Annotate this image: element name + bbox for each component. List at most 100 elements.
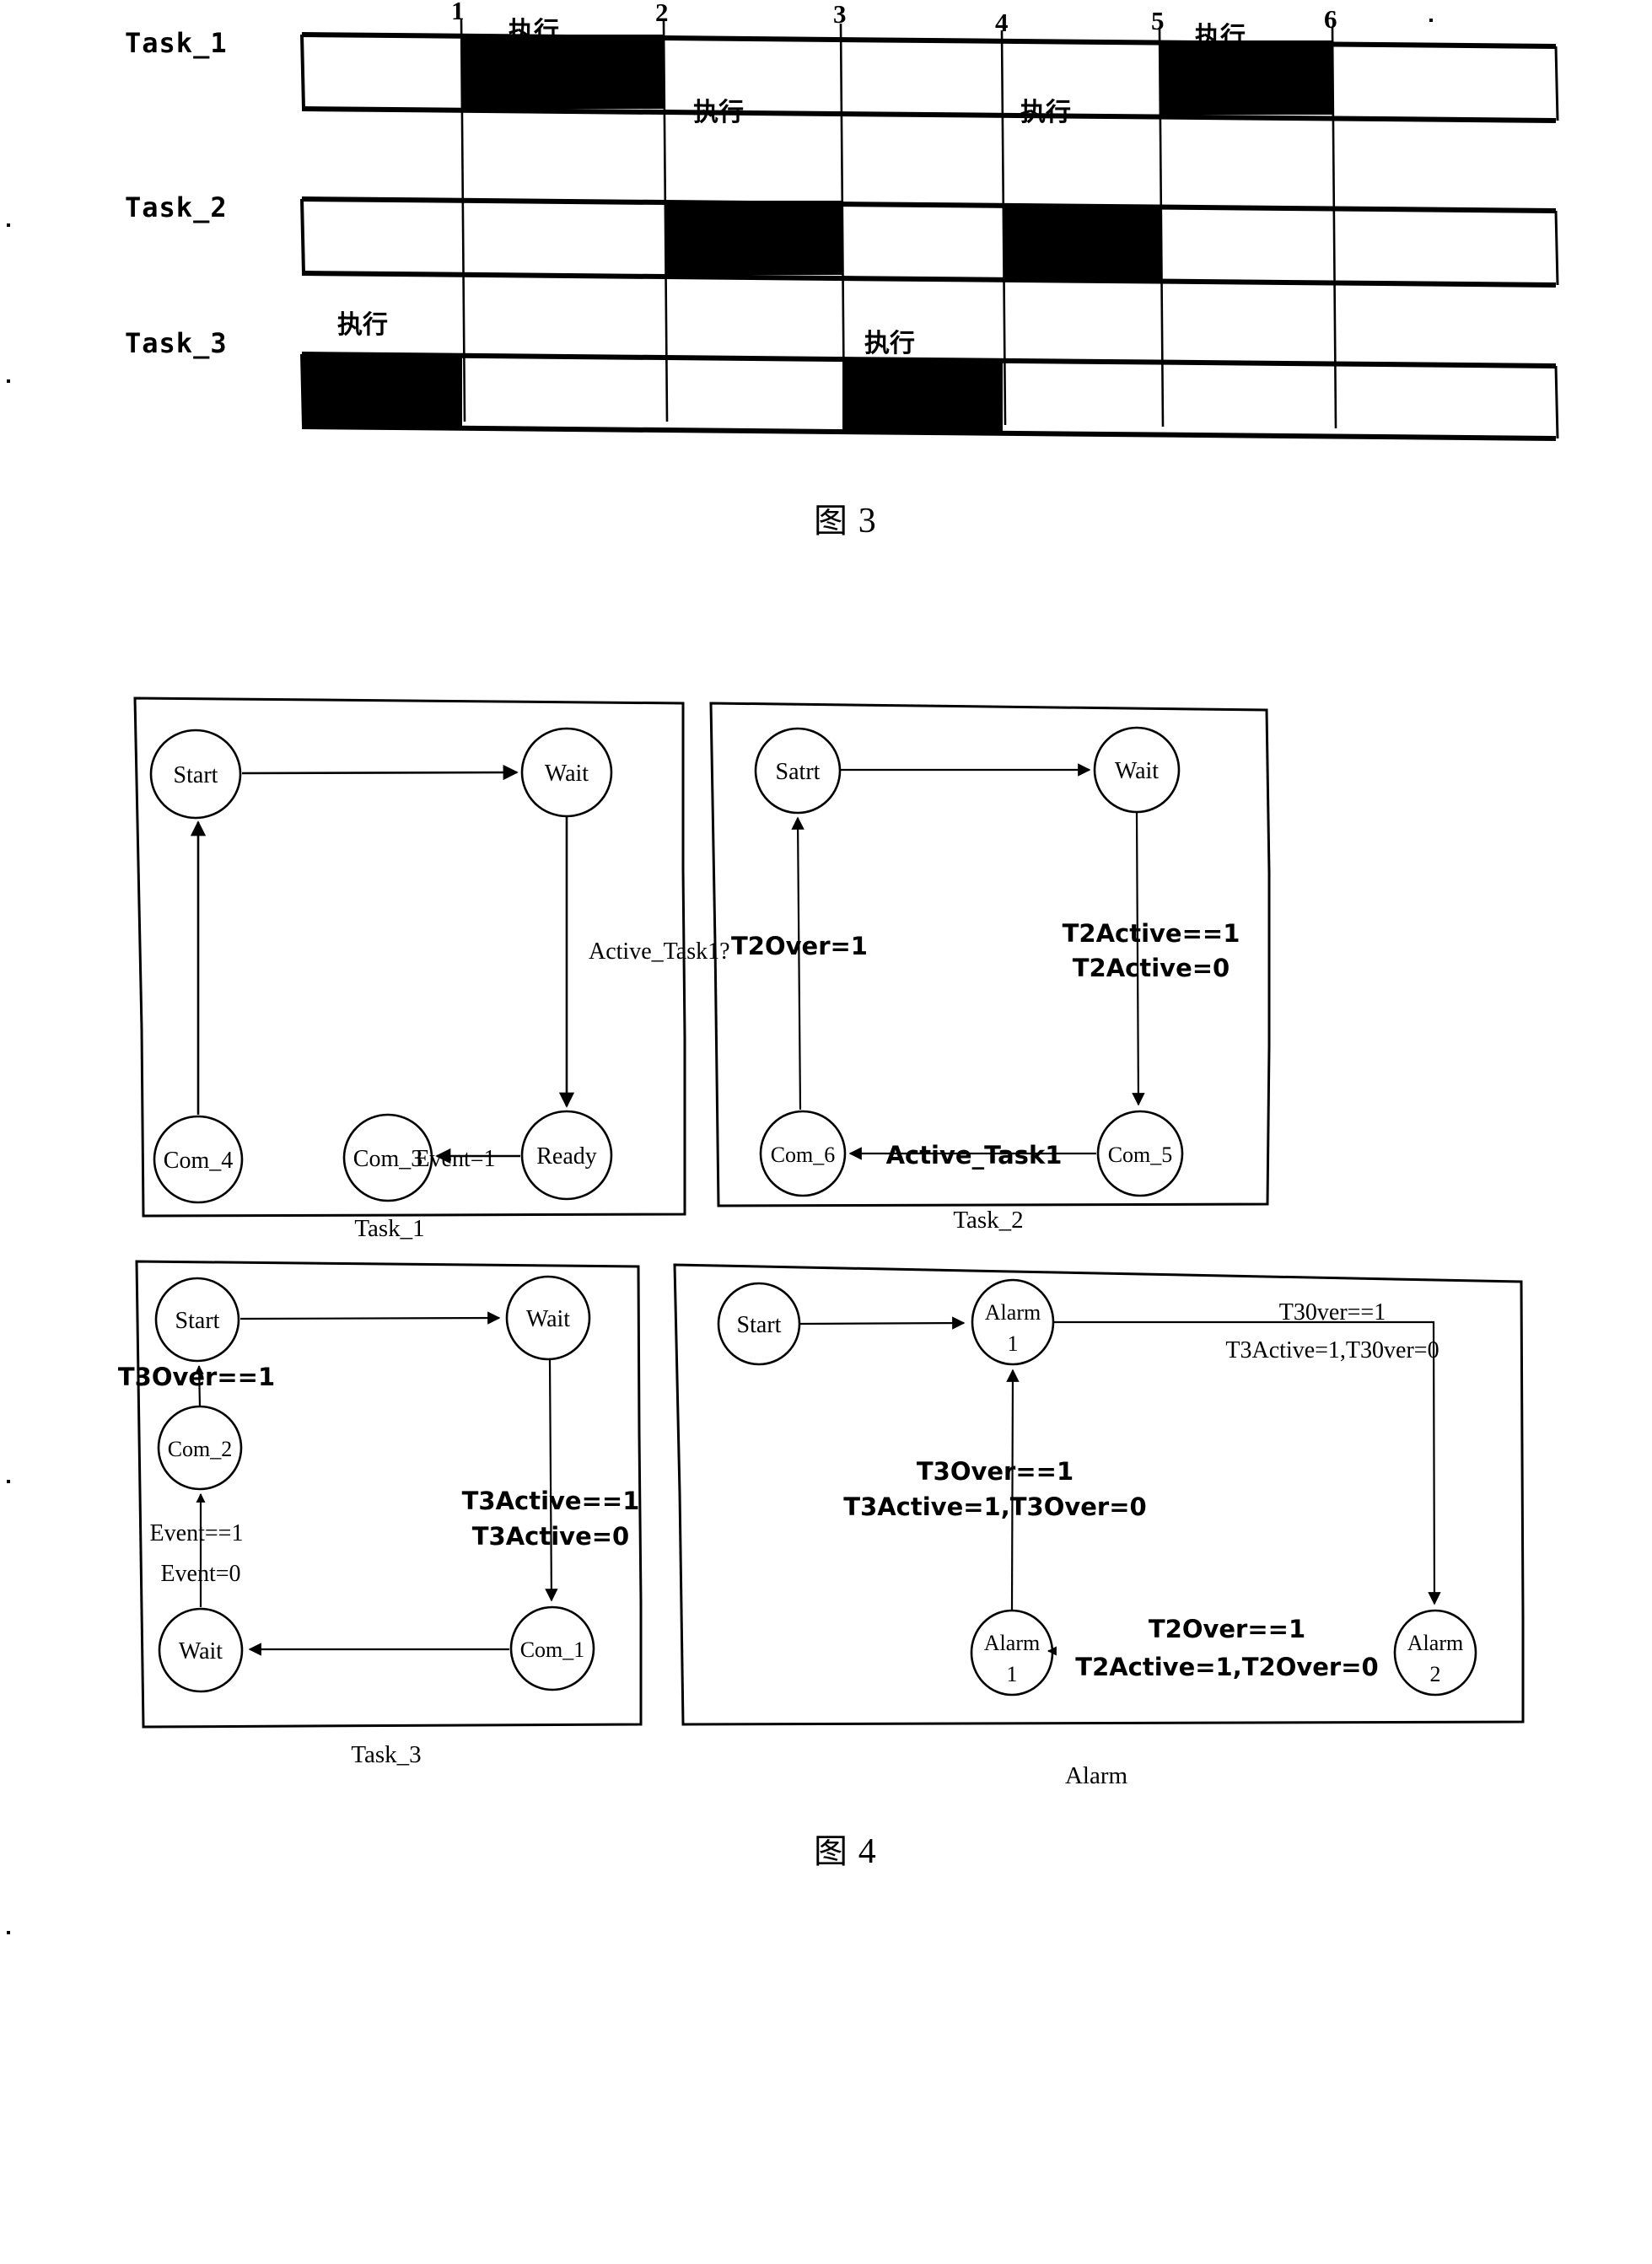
edge-wait-top-to-com1 xyxy=(545,1359,558,1602)
figure-3: Task_1 Task_2 Task_3 1 2 3 4 5 6 执行 执行 执… xyxy=(0,0,1652,590)
node-alarm2: Alarm 2 xyxy=(1393,1609,1477,1697)
figure-4: Start Wait Ready Com_3 Com_4 Event=1 Act… xyxy=(118,696,1525,1789)
node-label-line1: Alarm xyxy=(1407,1631,1463,1655)
task1-right-edge xyxy=(1554,46,1559,121)
edge-label-t2active-l1: T2Active==1 xyxy=(1063,919,1240,948)
edge-label-t3active-l2: T3Active=0 xyxy=(472,1522,629,1551)
edge-label-t2over-l2: T2Active=1,T2Over=0 xyxy=(1075,1653,1378,1681)
task2-top-line xyxy=(301,196,1557,213)
node-com1-task3: Com_1 xyxy=(509,1605,595,1691)
edge-label-t3over: T3Over==1 xyxy=(118,1363,275,1391)
state-machine-box-task2: Satrt Wait Com_5 Com_6 T2Active==1 T2Act… xyxy=(709,702,1271,1234)
node-label: Com_5 xyxy=(1108,1143,1173,1167)
scan-speck xyxy=(7,223,10,227)
node-label: Start xyxy=(174,762,218,788)
node-label: Com_6 xyxy=(771,1143,836,1167)
edge-label-t2over: T2Over=1 xyxy=(731,932,868,960)
task3-box-caption: Task_3 xyxy=(351,1741,421,1768)
patent-figure-page: Task_1 Task_2 Task_3 1 2 3 4 5 6 执行 执行 执… xyxy=(0,0,1652,2264)
task-row-3 xyxy=(300,352,1559,441)
task2-left-edge xyxy=(300,198,305,274)
node-com2-task3: Com_2 xyxy=(157,1405,243,1491)
task2-exec-block-a xyxy=(665,201,842,275)
node-start-task3: Start xyxy=(154,1277,240,1363)
node-label-line2: 1 xyxy=(1007,1662,1018,1686)
task2-right-edge xyxy=(1554,210,1559,286)
edge-label-t2over-l1: T2Over==1 xyxy=(1149,1615,1305,1643)
edge-label-active-task1: Active_Task1 xyxy=(886,1141,1063,1170)
edge-label-t3active-l1: T3Active==1 xyxy=(462,1487,640,1515)
scan-speck xyxy=(1429,19,1433,22)
edge-alarm1-to-alarm2 xyxy=(1054,1320,1441,1605)
edge-label-event-l1: Event==1 xyxy=(150,1520,244,1546)
task-row-2 xyxy=(300,196,1559,288)
scan-speck xyxy=(7,379,10,383)
node-com4-task1: Com_4 xyxy=(153,1115,244,1204)
edge-com6-to-satrt xyxy=(791,816,804,1110)
node-label: Com_1 xyxy=(520,1638,585,1662)
edge-label-t3over-l2: T3Active=1,T3Over=0 xyxy=(843,1492,1146,1521)
node-label: Wait xyxy=(1115,758,1159,784)
task3-right-edge xyxy=(1554,365,1559,439)
task1-box-caption: Task_1 xyxy=(354,1215,424,1242)
node-label: Wait xyxy=(526,1306,570,1332)
figure-4-caption-num: 4 xyxy=(858,1832,876,1871)
edge-start-to-wait xyxy=(241,764,519,781)
task3-left-edge xyxy=(300,353,305,428)
node-label-line2: 1 xyxy=(1008,1331,1019,1356)
node-label: Com_2 xyxy=(168,1437,233,1461)
scan-speck xyxy=(7,1931,10,1934)
node-label-line1: Alarm xyxy=(984,1631,1040,1655)
node-com6-task2: Com_6 xyxy=(759,1110,847,1197)
task1-exec-block-b xyxy=(1160,40,1333,115)
edge-label-t30ver-l2: T3Active=1,T30ver=0 xyxy=(1225,1337,1439,1363)
edge-start-to-alarm1 xyxy=(799,1316,966,1330)
node-label: Com_4 xyxy=(164,1148,233,1174)
state-machine-box-task1: Start Wait Ready Com_3 Com_4 Event=1 Act… xyxy=(133,696,730,1242)
scan-speck xyxy=(7,1480,10,1483)
node-start-alarm: Start xyxy=(717,1282,801,1366)
edge-label-t30ver-l1: T30ver==1 xyxy=(1279,1299,1386,1326)
node-label: Com_3 xyxy=(353,1146,422,1172)
task2-bottom-line xyxy=(301,271,1557,288)
node-alarm1-bottom: Alarm 1 xyxy=(970,1609,1054,1697)
task-row-1 xyxy=(300,32,1559,123)
node-alarm1-top: Alarm 1 xyxy=(971,1278,1055,1366)
state-machine-box-alarm: Start Alarm 1 Alarm 2 Alarm 1 T30ver==1 … xyxy=(673,1263,1525,1789)
node-label: Wait xyxy=(179,1638,223,1664)
edge-alarm1-bottom-to-alarm1-top xyxy=(1006,1369,1020,1611)
task2-box-caption: Task_2 xyxy=(953,1207,1023,1234)
node-ready-task1: Ready xyxy=(520,1110,613,1201)
node-label: Start xyxy=(737,1312,782,1338)
edge-label-t2active-l2: T2Active=0 xyxy=(1073,954,1230,982)
task2-exec-block-b xyxy=(1004,205,1162,279)
state-machine-box-task3: Start Wait Com_2 Com_1 Wait T3Over==1 T3… xyxy=(118,1260,643,1768)
node-label: Start xyxy=(175,1308,220,1334)
figure-4-caption-cn: 图 xyxy=(814,1832,848,1871)
node-label: Wait xyxy=(545,761,589,787)
node-label: Satrt xyxy=(776,759,821,785)
edge-label-event-l2: Event=0 xyxy=(160,1561,240,1587)
task3-exec-block-b xyxy=(842,361,1003,433)
task1-bottom-line xyxy=(301,106,1557,123)
node-label-line2: 2 xyxy=(1430,1662,1441,1686)
node-start-task1: Start xyxy=(149,729,242,820)
node-wait-task2: Wait xyxy=(1093,726,1181,814)
node-wait-top-task3: Wait xyxy=(505,1275,591,1361)
alarm-box-caption: Alarm xyxy=(1065,1762,1128,1789)
edge-label-event: Event=1 xyxy=(415,1146,495,1172)
edge-label-active-task1: Active_Task1? xyxy=(589,938,730,965)
task3-exec-block-a xyxy=(304,354,462,427)
task1-exec-block-a xyxy=(461,35,665,109)
task1-left-edge xyxy=(300,34,305,110)
figure-3-caption: 图 3 xyxy=(814,493,876,542)
node-satrt-task2: Satrt xyxy=(754,727,842,815)
figure-4-caption: 图 4 xyxy=(814,1824,876,1873)
node-com5-task2: Com_5 xyxy=(1096,1110,1184,1197)
node-wait-task1: Wait xyxy=(520,727,613,818)
edge-label-t3over-l1: T3Over==1 xyxy=(917,1457,1074,1486)
node-label-line1: Alarm xyxy=(985,1300,1041,1325)
node-wait-bottom-task3: Wait xyxy=(158,1607,244,1693)
node-label: Ready xyxy=(536,1143,597,1170)
figure-3-caption-cn: 图 xyxy=(814,502,848,540)
